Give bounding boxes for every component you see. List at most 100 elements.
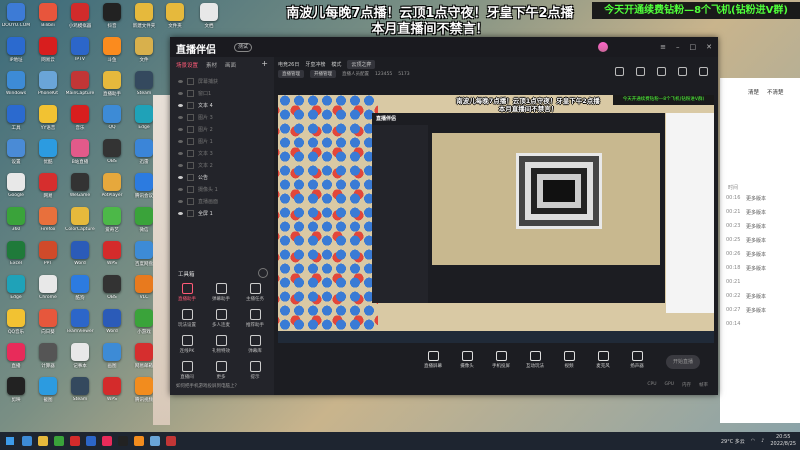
scene-item[interactable]: 全屏 1 xyxy=(170,207,274,219)
tab-canvas[interactable]: 画面 xyxy=(225,61,236,69)
maximize-icon[interactable]: □ xyxy=(690,43,697,51)
desktop-icon[interactable]: 网易云 xyxy=(32,34,64,68)
desktop-icon[interactable]: 抖音 xyxy=(96,0,128,34)
room-info-item[interactable]: 模式 xyxy=(331,61,341,68)
lock-icon[interactable] xyxy=(187,137,194,145)
desktop-icon[interactable]: 剪映 xyxy=(0,374,32,408)
scene-item[interactable]: 窗口1 xyxy=(170,87,274,99)
eye-icon[interactable] xyxy=(178,79,183,83)
record-icon[interactable] xyxy=(657,67,666,76)
desktop-icon[interactable]: 网易 xyxy=(32,170,64,204)
desktop-icon[interactable]: IPTV xyxy=(64,34,96,68)
room-info-item[interactable]: 直播人员配置 xyxy=(342,71,369,77)
desktop-icon[interactable]: ColorCapture xyxy=(64,204,96,238)
desktop-icon[interactable]: PPT xyxy=(32,238,64,272)
close-icon[interactable]: ✕ xyxy=(706,43,712,51)
taskbar-app-icon[interactable] xyxy=(102,436,112,446)
bell-icon[interactable] xyxy=(678,67,687,76)
scene-item[interactable]: 图片 1 xyxy=(170,135,274,147)
lock-icon[interactable] xyxy=(187,101,194,109)
eye-icon[interactable] xyxy=(178,187,183,191)
control-button[interactable]: 视频 xyxy=(556,351,582,369)
desktop-icon[interactable]: 直播 xyxy=(0,340,32,374)
tool-button[interactable]: 连线PK xyxy=(170,335,204,361)
side-panel-row[interactable]: 00:14 xyxy=(720,317,800,331)
lock-icon[interactable] xyxy=(187,185,194,193)
control-button[interactable]: 互动玩法 xyxy=(522,351,548,369)
side-panel-row[interactable]: 00:18 更多版本 xyxy=(720,261,800,275)
eye-icon[interactable] xyxy=(178,163,183,167)
desktop-icon[interactable]: B站直播 xyxy=(64,136,96,170)
desktop-icon[interactable]: 文件夹 xyxy=(160,0,190,29)
desktop-icon[interactable]: 截图 xyxy=(32,374,64,408)
desktop-icon[interactable]: 小鸡模拟器 xyxy=(64,0,96,34)
desktop-icon[interactable]: 记事本 xyxy=(64,340,96,374)
desktop-icon[interactable]: 文件 xyxy=(128,34,160,68)
side-panel-row[interactable]: 00:23 更多版本 xyxy=(720,219,800,233)
desktop-icon[interactable]: MainCapture xyxy=(64,68,96,102)
desktop-icon[interactable]: 文档 xyxy=(194,0,224,29)
desktop-icon[interactable]: 直播助手 xyxy=(96,68,128,102)
volume-icon[interactable]: ♪ xyxy=(761,438,764,444)
taskbar-app-icon[interactable] xyxy=(118,436,128,446)
control-button[interactable]: 手机投屏 xyxy=(488,351,514,369)
taskbar-app-icon[interactable] xyxy=(150,436,160,446)
desktop-icon[interactable]: 爱奇艺 xyxy=(96,204,128,238)
desktop-icon[interactable]: QQ xyxy=(96,102,128,136)
desktop-icon[interactable]: Google xyxy=(0,170,32,204)
scene-item[interactable]: 文本 2 xyxy=(170,159,274,171)
tab-unclear[interactable]: 不清楚 xyxy=(767,88,784,96)
lock-icon[interactable] xyxy=(636,67,645,76)
lock-icon[interactable] xyxy=(187,161,194,169)
scene-item[interactable]: 图片 3 xyxy=(170,111,274,123)
desktop-icon[interactable]: PotPlayer xyxy=(96,170,128,204)
eye-icon[interactable] xyxy=(178,151,183,155)
desktop-icon[interactable]: OBS xyxy=(96,272,128,306)
start-live-button[interactable]: 开始直播 xyxy=(666,355,700,369)
eye-icon[interactable] xyxy=(178,211,183,215)
help-link[interactable]: 如何把手机游戏投屏到电脑上？ xyxy=(176,383,239,389)
room-info-item[interactable]: 云顶之弈 xyxy=(347,59,376,69)
tool-button[interactable]: 主播任务 xyxy=(238,283,272,309)
control-button[interactable]: 扬声器 xyxy=(624,351,650,369)
add-scene-icon[interactable]: + xyxy=(261,60,268,69)
desktop-icon[interactable]: Steam xyxy=(64,374,96,408)
scene-item[interactable]: 公告 xyxy=(170,171,274,183)
desktop-icon[interactable]: QQ音乐 xyxy=(0,306,32,340)
lock-icon[interactable] xyxy=(187,173,194,181)
side-panel-row[interactable]: 00:16 更多版本 xyxy=(720,191,800,205)
taskbar-app-icon[interactable] xyxy=(70,436,80,446)
desktop-icon[interactable]: 360 xyxy=(0,204,32,238)
desktop-icon[interactable]: 设置 xyxy=(0,136,32,170)
room-info-item[interactable]: 123455 xyxy=(375,72,392,77)
tool-button[interactable]: 礼物特效 xyxy=(204,335,238,361)
desktop-icon[interactable]: 工具 xyxy=(0,102,32,136)
side-panel-row[interactable]: 00:22 更多版本 xyxy=(720,289,800,303)
tool-button[interactable]: 提示 xyxy=(238,361,272,387)
lock-icon[interactable] xyxy=(187,113,194,121)
side-panel-row[interactable]: 00:27 更多版本 xyxy=(720,303,800,317)
desktop-icon[interactable]: Firefox xyxy=(32,204,64,238)
eye-icon[interactable] xyxy=(178,91,183,95)
toolbox-more-icon[interactable] xyxy=(258,268,268,278)
scene-item[interactable]: 文本 4 xyxy=(170,99,274,111)
control-button[interactable]: 麦克风 xyxy=(590,351,616,369)
lock-icon[interactable] xyxy=(187,77,194,85)
menu-icon[interactable]: ≡ xyxy=(660,43,666,51)
side-panel-row[interactable]: 00:21 更多版本 xyxy=(720,205,800,219)
avatar[interactable] xyxy=(598,42,608,52)
taskbar-app-icon[interactable] xyxy=(54,436,64,446)
tool-button[interactable]: 弹幕库 xyxy=(238,335,272,361)
room-info-item[interactable]: 电竞26日 xyxy=(278,61,299,68)
lock-icon[interactable] xyxy=(187,197,194,205)
taskbar-app-icon[interactable] xyxy=(22,436,32,446)
minimize-icon[interactable]: – xyxy=(676,43,680,51)
desktop-icon[interactable]: PhoneKit xyxy=(32,68,64,102)
desktop-icon[interactable]: 向日葵 xyxy=(32,306,64,340)
desktop-icon[interactable]: Excel xyxy=(0,238,32,272)
eye-icon[interactable] xyxy=(178,127,183,131)
eye-icon[interactable] xyxy=(178,115,183,119)
tool-button[interactable]: 玩法设置 xyxy=(170,309,204,335)
scene-item[interactable]: 图片 2 xyxy=(170,123,274,135)
scene-item[interactable]: 直播画面 xyxy=(170,195,274,207)
